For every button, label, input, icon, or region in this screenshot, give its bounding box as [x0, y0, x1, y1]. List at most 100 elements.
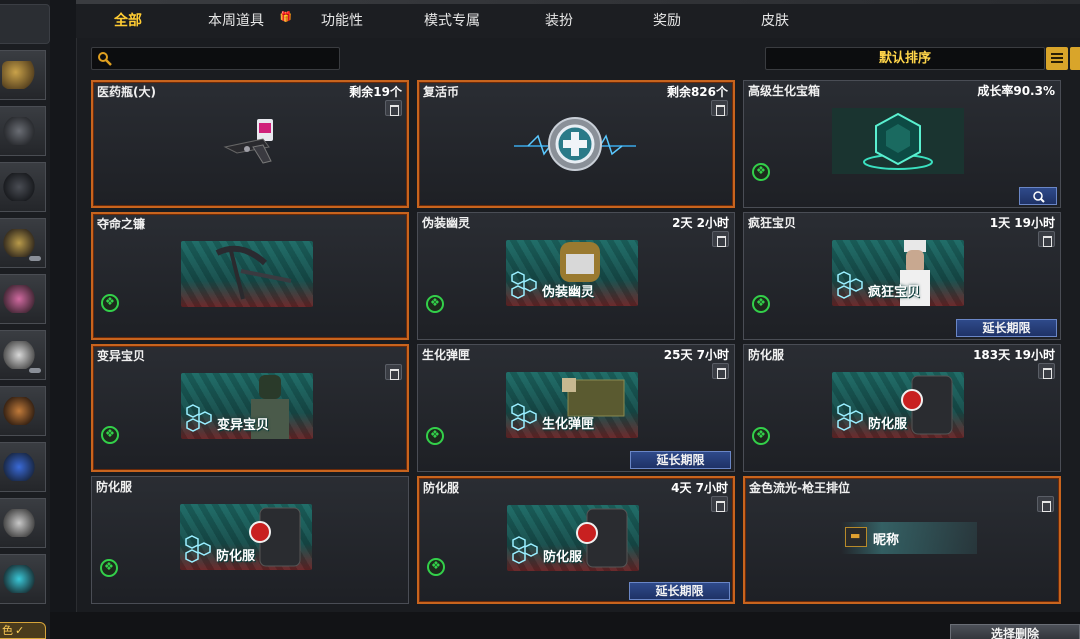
item-card[interactable]: 生化弹匣 25天 7小时 生化弹匣 延长期限	[417, 344, 735, 472]
left-slot[interactable]	[0, 330, 46, 380]
item-art: 伪装幽灵	[506, 240, 638, 306]
extend-button[interactable]: 延长期限	[629, 582, 730, 600]
art-label: 疯狂宝贝	[868, 285, 921, 300]
trash-icon[interactable]	[711, 496, 728, 512]
tab-mode[interactable]: 模式专属	[412, 8, 492, 34]
item-name: 金色流光-枪王排位	[749, 481, 850, 495]
trash-icon[interactable]	[1038, 231, 1055, 247]
trash-icon[interactable]	[1038, 363, 1055, 379]
item-card[interactable]: 金色流光-枪王排位 昵称	[743, 476, 1061, 604]
item-card[interactable]: 防化服 183天 19小时 防化服	[743, 344, 1061, 472]
biohazard-icon	[427, 558, 445, 576]
item-art: 防化服	[507, 505, 639, 571]
item-art: 防化服	[180, 504, 312, 570]
tab-outfit[interactable]: 装扮	[534, 8, 584, 34]
item-card[interactable]: 夺命之镰	[91, 212, 409, 340]
left-slot[interactable]	[0, 162, 46, 212]
art-label: 伪装幽灵	[542, 285, 595, 300]
tab-functional[interactable]: 功能性	[312, 8, 372, 34]
item-card[interactable]: 复活币 剩余826个	[417, 80, 735, 208]
sort-dropdown[interactable]: 默认排序	[765, 47, 1045, 70]
scroll-arrow-icon[interactable]	[1070, 47, 1080, 70]
item-thumb-icon	[2, 173, 36, 201]
item-card[interactable]: 高级生化宝箱 成长率90.3%	[743, 80, 1061, 208]
extend-button[interactable]: 延长期限	[956, 319, 1057, 337]
tabs-top-line	[76, 0, 1080, 4]
menu-icon[interactable]	[1046, 47, 1068, 70]
tab-weekly-label: 本周道具	[208, 13, 264, 29]
trash-icon[interactable]	[385, 100, 402, 116]
item-thumb-icon	[2, 453, 36, 481]
time-left: 183天 19小时	[973, 348, 1055, 362]
nameplate-preview: 昵称	[841, 522, 977, 554]
left-slot[interactable]	[0, 274, 46, 324]
item-name: 夺命之镰	[97, 217, 146, 231]
item-card[interactable]: 防化服 4天 7小时 防化服 延长期限	[417, 476, 735, 604]
trash-icon[interactable]	[712, 363, 729, 379]
item-thumb-icon	[2, 285, 36, 313]
search-input[interactable]	[120, 50, 335, 67]
left-slot[interactable]	[0, 554, 46, 604]
time-left: 4天 7小时	[671, 481, 728, 495]
item-name: 医药瓶(大)	[97, 85, 156, 99]
item-thumb-icon	[2, 397, 36, 425]
slot-pill-icon	[29, 368, 41, 373]
item-card[interactable]: 疯狂宝贝 1天 19小时 疯狂宝贝 延长期限	[743, 212, 1061, 340]
weapon-thumb-icon	[2, 61, 36, 89]
extend-button[interactable]: 延长期限	[630, 451, 731, 469]
left-slot[interactable]	[0, 50, 46, 100]
bottom-bar	[50, 612, 1080, 639]
tab-skins[interactable]: 皮肤	[750, 8, 800, 34]
item-art: 疯狂宝贝	[832, 240, 964, 306]
check-icon: ✓	[15, 624, 25, 637]
zoom-button[interactable]	[1019, 187, 1057, 205]
trash-icon[interactable]	[712, 231, 729, 247]
tab-rewards[interactable]: 奖励	[642, 8, 692, 34]
item-art: 防化服	[832, 372, 964, 438]
left-filter-toggle[interactable]: 色 ✓	[0, 622, 46, 639]
item-count: 剩余19个	[349, 85, 402, 99]
category-tabs: 全部 本周道具 🎁 功能性 模式专属 装扮 奖励 皮肤	[76, 0, 1080, 38]
biohazard-icon	[101, 426, 119, 444]
tab-weekly[interactable]: 本周道具 🎁	[194, 8, 292, 34]
biohazard-icon	[426, 427, 444, 445]
trash-icon[interactable]	[1037, 496, 1054, 512]
item-thumb-icon	[2, 117, 36, 145]
left-slot[interactable]	[0, 498, 46, 548]
left-slot[interactable]	[0, 442, 46, 492]
item-art: 生化弹匣	[506, 372, 638, 438]
item-art	[181, 241, 313, 307]
biohazard-icon	[101, 294, 119, 312]
item-card[interactable]: 伪装幽灵 2天 2小时 伪装幽灵	[417, 212, 735, 340]
item-name: 伪装幽灵	[422, 216, 471, 230]
search-box[interactable]	[91, 47, 340, 70]
item-card[interactable]: 医药瓶(大) 剩余19个	[91, 80, 409, 208]
trash-icon[interactable]	[385, 364, 402, 380]
item-card[interactable]: 防化服 防化服	[91, 476, 409, 604]
left-slot[interactable]	[0, 218, 46, 268]
art-label: 防化服	[868, 417, 908, 432]
rank-badge-icon	[845, 527, 867, 547]
biohazard-icon	[752, 427, 770, 445]
item-card[interactable]: 变异宝贝 变异宝贝	[91, 344, 409, 472]
left-top-button[interactable]	[0, 4, 50, 44]
item-count: 剩余826个	[666, 85, 728, 99]
left-slot[interactable]	[0, 106, 46, 156]
slot-pill-icon	[29, 256, 41, 261]
tab-all[interactable]: 全部	[100, 8, 156, 34]
item-name: 高级生化宝箱	[748, 84, 821, 98]
item-name: 防化服	[423, 481, 460, 495]
nickname-label: 昵称	[873, 533, 900, 548]
left-filter-label: 色	[2, 624, 13, 637]
biohazard-icon	[752, 295, 770, 313]
item-name: 生化弹匣	[422, 348, 471, 362]
item-name: 防化服	[748, 348, 785, 362]
trash-icon[interactable]	[711, 100, 728, 116]
select-delete-button[interactable]: 选择删除	[950, 624, 1080, 639]
item-name: 疯狂宝贝	[748, 216, 797, 230]
chest-icon	[832, 108, 964, 174]
item-thumb-icon	[2, 229, 36, 257]
art-label: 防化服	[543, 550, 583, 565]
scythe-icon	[215, 245, 292, 300]
left-slot[interactable]	[0, 386, 46, 436]
